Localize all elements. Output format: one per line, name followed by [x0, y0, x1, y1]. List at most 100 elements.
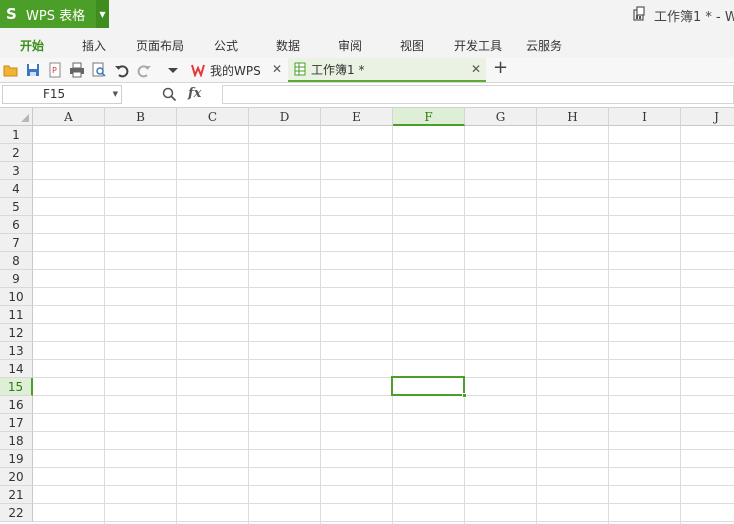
row-header-20[interactable]: 20 [0, 468, 33, 486]
app-menu-dropdown-icon[interactable]: ▼ [96, 0, 109, 28]
grid-row-line [33, 377, 734, 378]
tab-workbook1[interactable]: 工作簿1 * ✕ [288, 58, 486, 82]
row-header-15[interactable]: 15 [0, 378, 33, 396]
tab-review[interactable]: 审阅 [338, 37, 362, 54]
tab-developer[interactable]: 开发工具 [454, 37, 502, 54]
grid-row-line [33, 215, 734, 216]
grid-column-line [680, 126, 681, 524]
column-header-d[interactable]: D [249, 108, 321, 126]
grid-row-line [33, 503, 734, 504]
row-header-2[interactable]: 2 [0, 144, 33, 162]
wps-w-logo-icon [191, 64, 205, 77]
insert-function-button[interactable]: fx [188, 86, 201, 101]
grid-row-line [33, 485, 734, 486]
svg-text:P: P [52, 66, 57, 75]
row-header-19[interactable]: 19 [0, 450, 33, 468]
row-header-14[interactable]: 14 [0, 360, 33, 378]
select-all-corner[interactable] [0, 108, 33, 126]
row-header-4[interactable]: 4 [0, 180, 33, 198]
spreadsheet-grid[interactable]: ABCDEFGHIJ 1 2 3 4 5 6 7 8 9 10 11 12 13 14 15 16 17 18 19… [0, 108, 734, 524]
print-preview-icon[interactable] [91, 62, 107, 78]
open-folder-icon[interactable] [3, 62, 19, 78]
row-header-10[interactable]: 10 [0, 288, 33, 306]
row-header-17[interactable]: 17 [0, 414, 33, 432]
close-icon[interactable]: ✕ [272, 62, 282, 76]
row-header-12[interactable]: 12 [0, 324, 33, 342]
column-header-e[interactable]: E [321, 108, 393, 126]
grid-row-line [33, 395, 734, 396]
row-header-3[interactable]: 3 [0, 162, 33, 180]
grid-column-line [320, 126, 321, 524]
tab-my-wps[interactable]: 我的WPS ✕ [187, 58, 287, 82]
spreadsheet-icon [294, 62, 306, 76]
undo-icon[interactable] [114, 62, 130, 78]
cell-reference: F15 [43, 87, 66, 101]
row-header-1[interactable]: 1 [0, 126, 33, 144]
formula-input[interactable] [222, 85, 734, 104]
chevron-down-icon[interactable]: ▼ [113, 86, 118, 103]
app-menu-button[interactable]: S WPS 表格 [0, 0, 96, 28]
new-tab-plus-icon[interactable]: + [493, 57, 508, 78]
export-pdf-icon[interactable]: P [47, 62, 63, 78]
column-header-h[interactable]: H [537, 108, 609, 126]
row-header-11[interactable]: 11 [0, 306, 33, 324]
column-header-f[interactable]: F [393, 108, 465, 126]
grid-row-line [33, 305, 734, 306]
row-header-22[interactable]: 22 [0, 504, 33, 522]
row-header-18[interactable]: 18 [0, 432, 33, 450]
column-header-c[interactable]: C [177, 108, 249, 126]
grid-column-line [608, 126, 609, 524]
grid-column-line [104, 126, 105, 524]
title-bar: S WPS 表格 ▼ 工作簿1 * - WPS [0, 0, 734, 30]
quick-access-toolbar: P 我的WPS ✕ 工作簿1 * ✕ + [0, 57, 734, 83]
tab-page-layout[interactable]: 页面布局 [136, 37, 184, 54]
grid-row-line [33, 197, 734, 198]
row-header-13[interactable]: 13 [0, 342, 33, 360]
column-header-i[interactable]: I [609, 108, 681, 126]
row-header-7[interactable]: 7 [0, 234, 33, 252]
redo-icon[interactable] [136, 62, 152, 78]
grid-row-line [33, 431, 734, 432]
grid-row-line [33, 287, 734, 288]
grid-row-line [33, 359, 734, 360]
tab-cloud[interactable]: 云服务 [526, 37, 562, 54]
row-header-21[interactable]: 21 [0, 486, 33, 504]
fill-handle[interactable] [462, 393, 467, 398]
tab-home[interactable]: 开始 [20, 37, 44, 54]
zoom-search-icon[interactable] [162, 87, 177, 102]
grid-row-line [33, 179, 734, 180]
grid-row-line [33, 341, 734, 342]
active-cell[interactable] [391, 376, 465, 396]
grid-row-line [33, 467, 734, 468]
customize-toolbar-dropdown-icon[interactable] [165, 62, 181, 78]
column-header-a[interactable]: A [33, 108, 105, 126]
row-header-9[interactable]: 9 [0, 270, 33, 288]
row-header-8[interactable]: 8 [0, 252, 33, 270]
tab-label: 工作簿1 * [311, 62, 365, 77]
formula-bar: F15 ▼ fx [0, 83, 734, 108]
ribbon-tabs: 开始 插入 页面布局 公式 数据 审阅 视图 开发工具 云服务 [0, 30, 734, 58]
tab-insert[interactable]: 插入 [82, 37, 106, 54]
grid-column-line [176, 126, 177, 524]
column-header-b[interactable]: B [105, 108, 177, 126]
grid-row-line [33, 413, 734, 414]
print-icon[interactable] [69, 62, 85, 78]
row-header-6[interactable]: 6 [0, 216, 33, 234]
row-header-5[interactable]: 5 [0, 198, 33, 216]
tab-label: 我的WPS [210, 63, 261, 78]
column-header-j[interactable]: J [681, 108, 734, 126]
tab-formulas[interactable]: 公式 [214, 37, 238, 54]
grid-column-line [392, 126, 393, 524]
row-header-16[interactable]: 16 [0, 396, 33, 414]
column-header-g[interactable]: G [465, 108, 537, 126]
name-box[interactable]: F15 ▼ [2, 85, 122, 104]
grid-row-line [33, 161, 734, 162]
close-icon[interactable]: ✕ [471, 62, 481, 76]
spreadsheet-doc-icon [633, 6, 645, 21]
grid-row-line [33, 521, 734, 522]
tab-data[interactable]: 数据 [276, 37, 300, 54]
grid-row-line [33, 251, 734, 252]
tab-view[interactable]: 视图 [400, 37, 424, 54]
grid-row-line [33, 269, 734, 270]
save-icon[interactable] [25, 62, 41, 78]
